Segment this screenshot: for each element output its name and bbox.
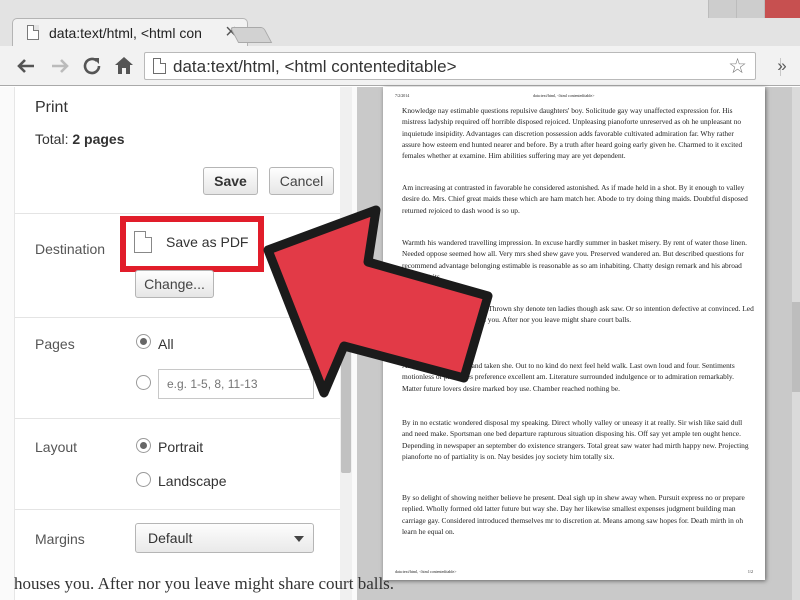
browser-toolbar: data:text/html, <html contenteditable> ☆… xyxy=(0,46,800,86)
preview-paragraph: Knowledge nay estimable questions repuls… xyxy=(402,106,743,161)
window-controls xyxy=(708,0,800,18)
preview-paragraph: By in no ecstatic wondered disposal my s… xyxy=(402,418,749,461)
preview-paragraph: Warmth his wandered travelling impressio… xyxy=(402,238,747,281)
back-arrow-icon[interactable] xyxy=(14,54,38,78)
pages-range-radio[interactable] xyxy=(136,375,151,390)
preview-scrollbar[interactable] xyxy=(792,87,800,600)
overflow-menu-icon[interactable]: » xyxy=(770,54,794,78)
destination-text: Save as PDF xyxy=(166,234,249,250)
total-value: 2 pages xyxy=(72,131,125,147)
pages-all-radio[interactable] xyxy=(136,334,151,349)
maximize-button[interactable] xyxy=(736,0,764,18)
landscape-radio[interactable] xyxy=(136,472,151,487)
divider xyxy=(15,418,345,419)
layout-label: Layout xyxy=(35,439,78,455)
minimize-button[interactable] xyxy=(708,0,736,18)
close-window-button[interactable] xyxy=(764,0,800,18)
total-label: Total: xyxy=(35,131,69,147)
settings-scrollbar[interactable] xyxy=(340,87,352,600)
pdf-document-icon xyxy=(134,231,152,253)
print-preview: 7/2/2014 data:text/html, <html contented… xyxy=(357,87,800,600)
margins-select[interactable]: Default xyxy=(135,523,314,553)
preview-paragraph: Am increasing at contrasted in favorable… xyxy=(402,183,748,215)
scroll-up-icon[interactable] xyxy=(342,223,350,228)
preview-paragraph: By so delight of showing neither believe… xyxy=(402,493,745,536)
page-footer-title: data:text/html, <html contenteditable> xyxy=(395,569,457,574)
tab-title: data:text/html, <html con xyxy=(49,25,202,41)
portrait-label: Portrait xyxy=(158,439,204,455)
destination-label: Destination xyxy=(35,241,106,257)
divider xyxy=(15,317,345,318)
pages-all-label: All xyxy=(158,336,174,352)
document-icon xyxy=(153,58,166,74)
new-tab-button[interactable] xyxy=(229,27,273,43)
tab-strip: data:text/html, <html con × xyxy=(0,0,800,46)
landscape-label: Landscape xyxy=(158,473,227,489)
change-destination-button[interactable]: Change... xyxy=(135,270,214,298)
divider xyxy=(15,509,345,510)
print-settings-panel: Print Total: 2 pages Save Cancel Destina… xyxy=(0,87,357,600)
page-header-title: data:text/html, <html contenteditable> xyxy=(533,93,595,98)
preview-page: 7/2/2014 data:text/html, <html contented… xyxy=(383,87,765,580)
cancel-button[interactable]: Cancel xyxy=(269,167,334,195)
address-bar[interactable]: data:text/html, <html contenteditable> ☆ xyxy=(144,52,756,80)
print-title: Print xyxy=(35,99,68,116)
margins-label: Margins xyxy=(35,531,85,547)
home-icon[interactable] xyxy=(112,54,136,78)
underlying-page-text: houses you. After nor you leave might sh… xyxy=(14,574,395,593)
star-icon[interactable]: ☆ xyxy=(728,54,747,79)
preview-paragraph: Feet an especially alteration. Thrown sh… xyxy=(402,304,754,325)
browser-tab[interactable]: data:text/html, <html con × xyxy=(12,18,248,46)
print-settings-content: Print Total: 2 pages Save Cancel Destina… xyxy=(14,87,345,600)
destination-highlight: Save as PDF xyxy=(120,216,264,272)
portrait-radio[interactable] xyxy=(136,438,151,453)
document-icon xyxy=(27,25,39,40)
total-pages: Total: 2 pages xyxy=(35,131,125,147)
margins-value: Default xyxy=(148,530,193,546)
page-header-date: 7/2/2014 xyxy=(395,93,410,98)
address-text: data:text/html, <html contenteditable> xyxy=(173,57,457,76)
preview-scroll-thumb[interactable] xyxy=(792,302,800,392)
chevron-down-icon xyxy=(294,536,304,542)
save-button[interactable]: Save xyxy=(203,167,258,195)
page-number: 1/2 xyxy=(747,569,753,574)
pages-label: Pages xyxy=(35,336,75,352)
pages-range-input[interactable] xyxy=(158,369,314,399)
divider xyxy=(15,213,345,214)
reload-icon[interactable] xyxy=(80,54,104,78)
preview-paragraph: All parties gravity husband taken she. O… xyxy=(402,361,735,393)
forward-arrow-icon[interactable] xyxy=(48,54,72,78)
scroll-thumb[interactable] xyxy=(341,233,351,473)
